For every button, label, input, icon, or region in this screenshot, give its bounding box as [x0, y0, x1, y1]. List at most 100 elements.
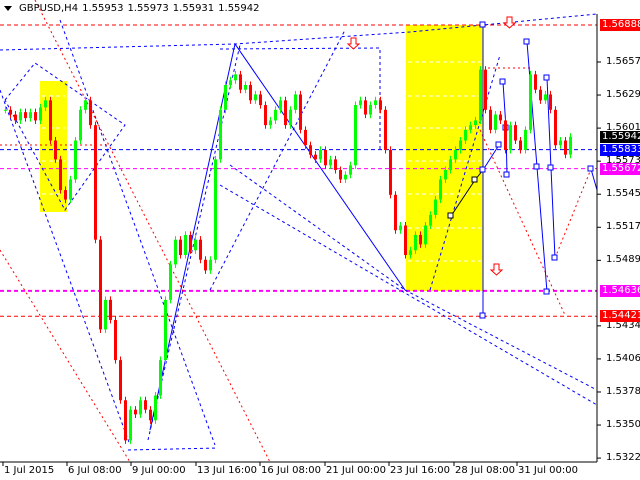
candle-body — [329, 159, 332, 166]
candle-body — [69, 179, 72, 200]
candle — [334, 155, 337, 174]
candle-body — [224, 85, 227, 110]
candle-body — [279, 100, 282, 110]
yellow-zone-2 — [406, 25, 483, 291]
candle — [164, 296, 167, 364]
candle-body — [499, 114, 502, 121]
candle-body — [104, 299, 107, 330]
candle — [134, 406, 137, 418]
candle — [399, 221, 402, 234]
candle-body — [14, 114, 17, 121]
candle-body — [94, 125, 97, 240]
candle — [169, 260, 172, 304]
candle — [529, 70, 532, 134]
candle-body — [249, 85, 252, 101]
candle-body — [259, 94, 262, 106]
candle — [299, 90, 302, 134]
candle-body — [484, 69, 487, 110]
candle — [139, 396, 142, 418]
blue-dashed-diag-1 — [59, 19, 216, 446]
down-arrow-icon — [502, 16, 517, 29]
candle-body — [19, 112, 22, 121]
candle-body — [164, 299, 167, 361]
candle-body — [209, 259, 212, 271]
candle — [554, 106, 557, 149]
candle-body — [359, 100, 362, 106]
candle — [534, 70, 537, 94]
candle — [234, 70, 237, 84]
candle-body — [354, 105, 357, 166]
candle — [424, 221, 427, 248]
candle — [379, 96, 382, 114]
red-dotted-diag-3 — [479, 129, 566, 316]
candle-body — [99, 239, 102, 330]
candle-body — [424, 225, 427, 245]
candle — [19, 108, 22, 124]
candle-body — [294, 94, 297, 110]
candle — [129, 406, 132, 444]
candle-body — [534, 74, 537, 90]
candle — [559, 136, 562, 149]
candle — [284, 96, 287, 129]
candle — [109, 296, 112, 324]
candle — [509, 121, 512, 154]
candle-body — [404, 225, 407, 256]
candle-body — [239, 74, 242, 90]
candle-body — [384, 109, 387, 150]
candle-body — [544, 94, 547, 101]
candle — [359, 96, 362, 109]
y-tick-label: 1.53500 — [606, 419, 640, 431]
candle-body — [309, 145, 312, 155]
candle-body — [189, 234, 192, 251]
candle-body — [179, 239, 182, 256]
candle — [544, 90, 547, 104]
candles — [4, 66, 572, 444]
candle — [404, 221, 407, 259]
candle-body — [334, 159, 337, 171]
candle-body — [144, 400, 147, 410]
candle — [89, 96, 92, 129]
candle — [484, 66, 487, 114]
blue-dashed-diag-6 — [229, 164, 406, 291]
red-dotted-diag-4 — [554, 168, 592, 259]
candle-body — [49, 100, 52, 141]
x-tick-label: 28 Jul 08:00 — [455, 465, 515, 476]
candle — [389, 146, 392, 199]
candle — [349, 161, 352, 179]
blue-dashed-bottom — [127, 447, 219, 451]
blue-zigzag-1 — [482, 144, 500, 171]
candle-body — [489, 109, 492, 130]
candle-body — [134, 409, 137, 415]
candle-body — [464, 129, 467, 141]
candle-body — [29, 112, 32, 119]
candle — [34, 108, 37, 124]
candle — [99, 236, 102, 333]
y-tick-label: 1.53220 — [606, 452, 640, 464]
candle — [294, 90, 297, 114]
x-tick-label: 13 Jul 16:00 — [197, 465, 257, 476]
candle — [564, 136, 567, 159]
down-arrow-icon — [346, 37, 361, 50]
horizontal-levels — [0, 24, 597, 317]
candle — [29, 108, 32, 122]
candle-body — [529, 74, 532, 130]
price-chart[interactable] — [0, 0, 640, 480]
candle — [374, 96, 377, 109]
candle — [84, 96, 87, 114]
candle-body — [479, 69, 482, 121]
candle-body — [59, 159, 62, 191]
candle-body — [419, 234, 422, 245]
candle-body — [299, 94, 302, 130]
candle-body — [364, 100, 367, 115]
y-tick-label: 1.53780 — [606, 385, 640, 397]
price-level-label: 1.55833 — [600, 143, 640, 156]
candle-body — [229, 80, 232, 86]
candle — [524, 126, 527, 154]
candle-body — [289, 109, 292, 126]
candle-body — [494, 114, 497, 130]
candle-body — [514, 125, 517, 141]
candle-body — [409, 250, 412, 256]
candle — [154, 391, 157, 424]
candle-body — [174, 239, 177, 265]
candle — [59, 155, 62, 194]
